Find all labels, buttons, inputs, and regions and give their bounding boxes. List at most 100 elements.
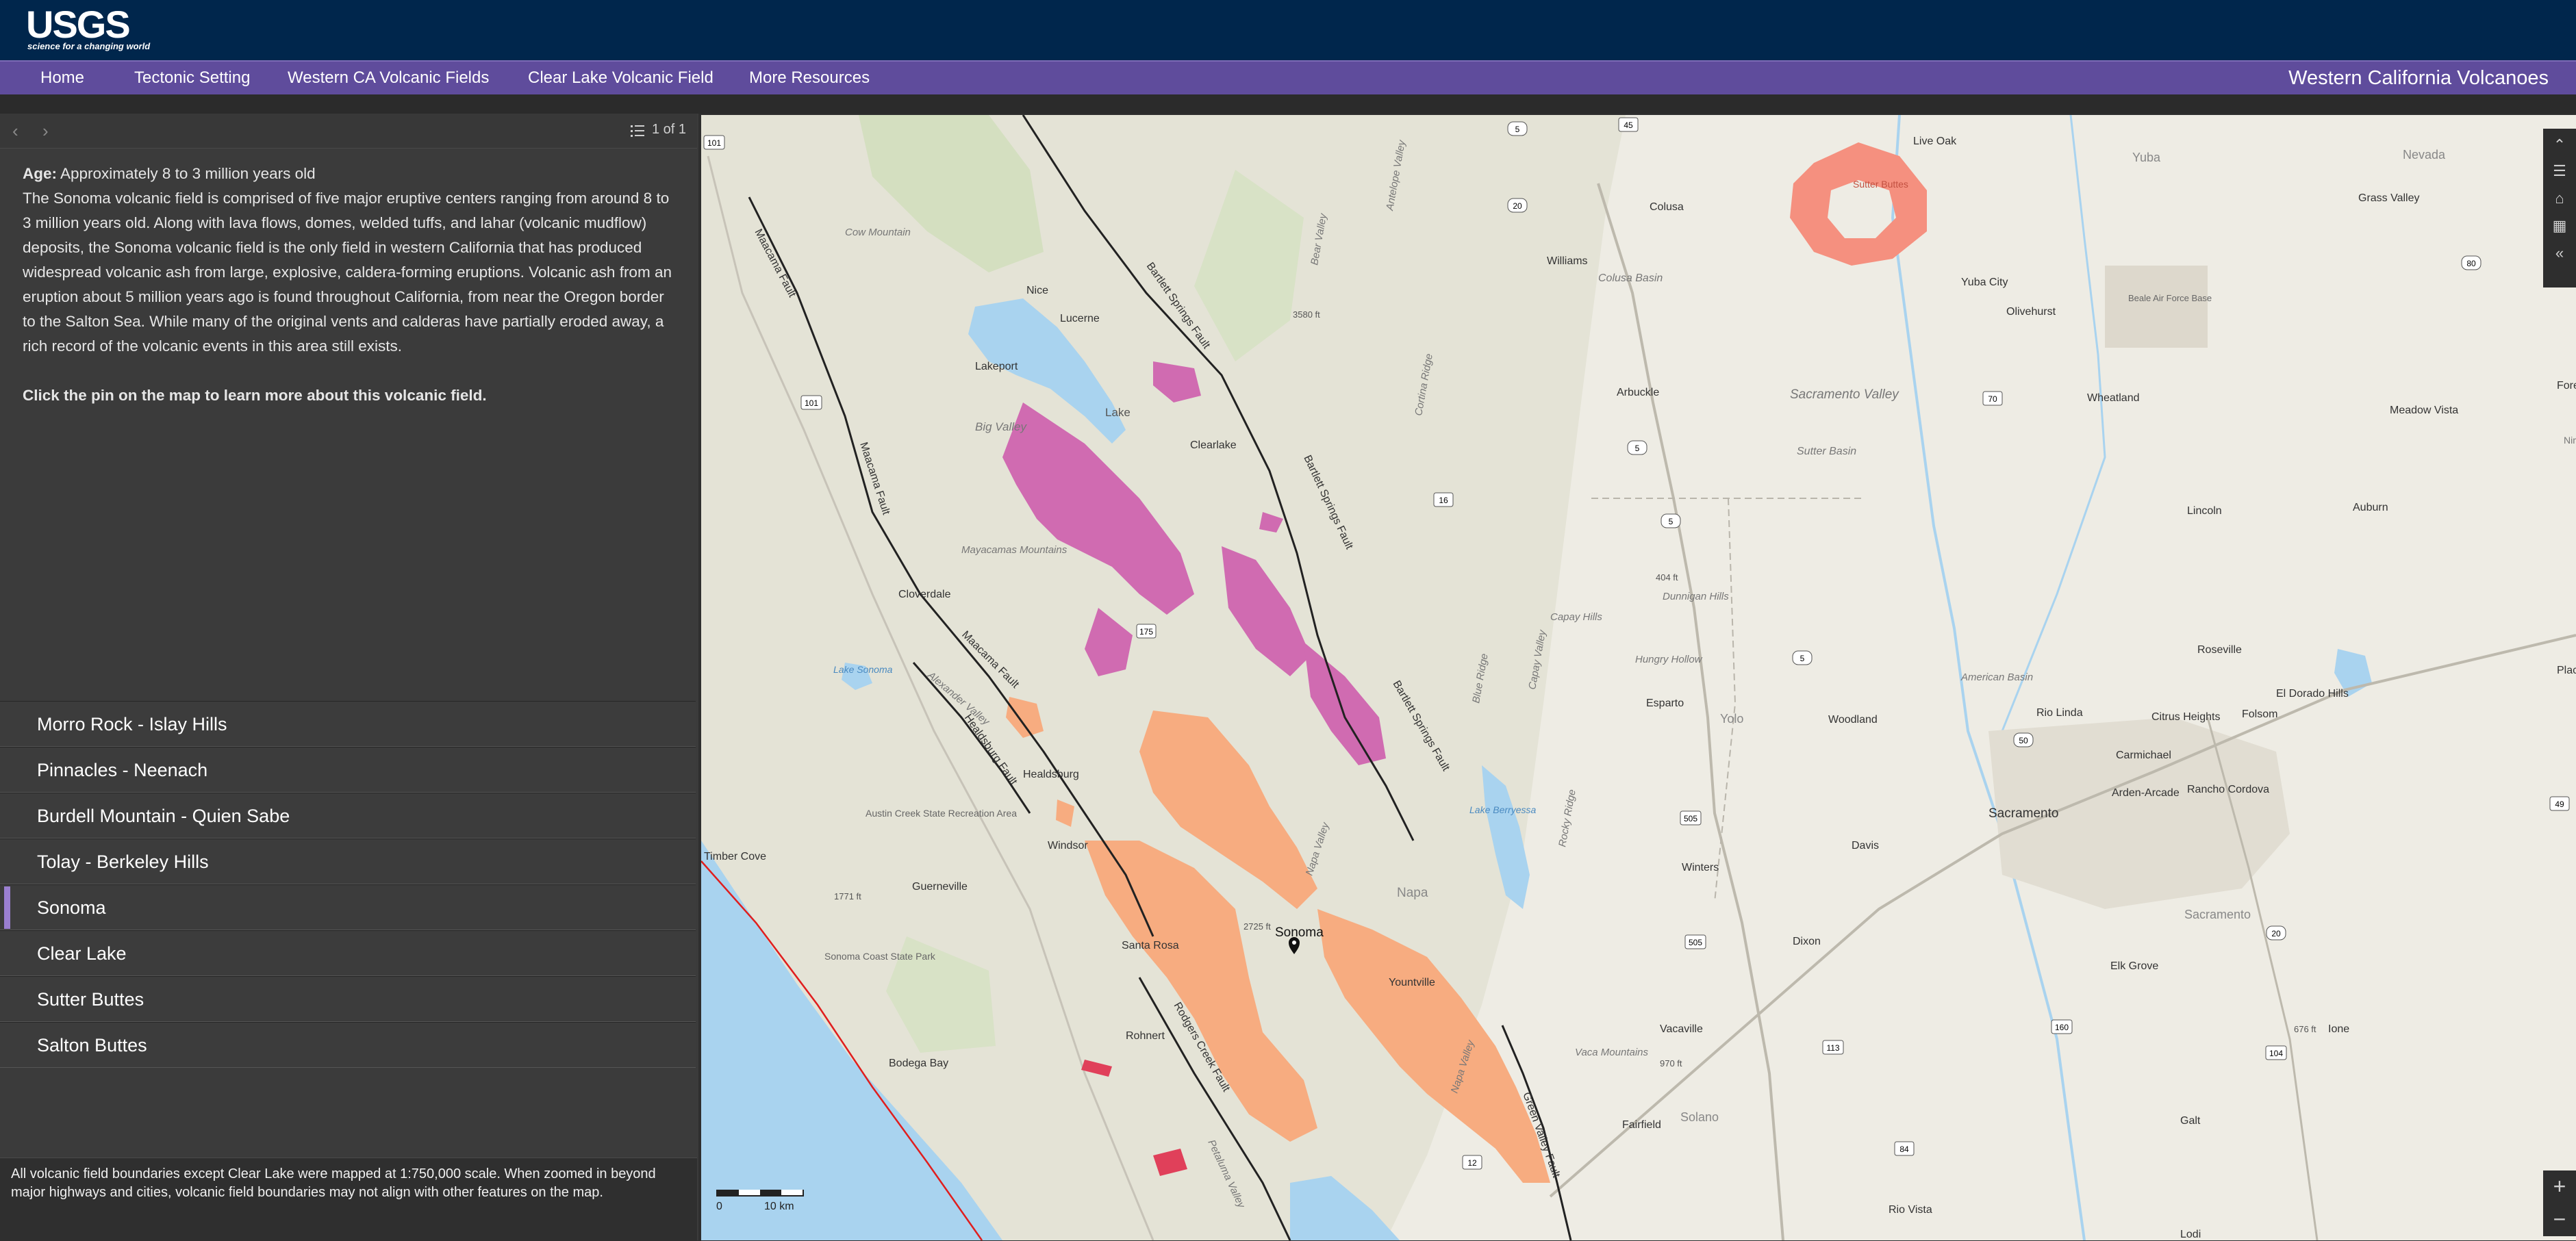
- place-label: Cow Mountain: [845, 227, 911, 238]
- list-item-clear-lake[interactable]: Clear Lake: [0, 930, 696, 976]
- nav-western-ca-volcanic-fields[interactable]: Western CA Volcanic Fields: [288, 62, 489, 94]
- list-item-sonoma[interactable]: Sonoma: [0, 884, 696, 930]
- feather-river: [2001, 115, 2106, 732]
- top-navigation: Home Tectonic Setting Western CA Volcani…: [0, 60, 2576, 94]
- place-label: Nimbus Hills: [2564, 435, 2576, 446]
- shield-label: 160: [2055, 1023, 2069, 1032]
- place-label: Auburn: [2353, 502, 2388, 513]
- place-label: Grass Valley: [2358, 192, 2420, 204]
- shield-label: 5: [1515, 125, 1520, 134]
- shield-label: 5: [1635, 444, 1640, 453]
- place-label: Timber Cove: [704, 851, 766, 862]
- pager-bar: ‹ › 1 of 1: [0, 114, 697, 149]
- place-label: Hungry Hollow: [1635, 654, 1703, 665]
- scale-end: 10 km: [764, 1201, 794, 1212]
- list-item-label: Salton Buttes: [37, 1035, 147, 1056]
- shield-label: 12: [1467, 1158, 1477, 1168]
- nav-tectonic-setting[interactable]: Tectonic Setting: [134, 62, 250, 94]
- place-label: Solano: [1680, 1110, 1719, 1124]
- home-icon[interactable]: ⌂: [2550, 189, 2569, 208]
- nav-home[interactable]: Home: [40, 62, 84, 94]
- list-item-pinnacles[interactable]: Pinnacles - Neenach: [0, 747, 696, 793]
- place-label: Sacramento: [2184, 908, 2251, 921]
- place-label: Williams: [1547, 255, 1588, 267]
- place-label: Windsor: [1048, 840, 1088, 852]
- list-item-label: Sonoma: [37, 897, 106, 918]
- shield-label: 84: [1899, 1144, 1909, 1154]
- elevation-label: 3580 ft: [1293, 309, 1320, 320]
- place-label: Placer: [2557, 665, 2576, 676]
- list-item-burdell-mountain[interactable]: Burdell Mountain - Quien Sabe: [0, 793, 696, 839]
- age-value: Approximately 8 to 3 million years old: [57, 165, 316, 182]
- elevation-label: 1771 ft: [834, 891, 861, 901]
- list-icon[interactable]: [630, 123, 645, 138]
- shield-label: 50: [2019, 736, 2028, 745]
- list-item-label: Morro Rock - Islay Hills: [37, 714, 227, 734]
- place-label: Lake Sonoma: [833, 664, 893, 675]
- place-label: Woodland: [1828, 714, 1878, 726]
- place-label: Santa Rosa: [1122, 940, 1179, 951]
- elevation-label: 970 ft: [1660, 1058, 1682, 1069]
- place-label: El Dorado Hills: [2276, 688, 2349, 700]
- list-item-label: Burdell Mountain - Quien Sabe: [37, 806, 290, 826]
- place-label: Rancho Cordova: [2187, 784, 2269, 795]
- place-label: Roseville: [2197, 644, 2242, 656]
- shield-label: 80: [2466, 259, 2476, 268]
- place-label: Davis: [1852, 840, 1879, 852]
- place-label: Ione: [2328, 1023, 2349, 1035]
- usgs-logo[interactable]: USGS science for a changing world: [26, 5, 156, 55]
- place-label: Yolo: [1720, 712, 1743, 726]
- place-label: Carmichael: [2116, 750, 2171, 761]
- shield-label: 45: [1624, 120, 1633, 130]
- sutter-buttes-volcanic-field[interactable]: [1790, 142, 1927, 266]
- shield-label: 505: [1684, 814, 1697, 823]
- list-item-morro-rock[interactable]: Morro Rock - Islay Hills: [0, 701, 696, 747]
- shield-label: 101: [707, 138, 721, 148]
- place-label: Sacramento: [1988, 806, 2058, 821]
- place-label: Bodega Bay: [889, 1058, 948, 1069]
- place-label: Sonoma Coast State Park: [824, 951, 936, 962]
- place-label: Big Valley: [975, 420, 1027, 433]
- list-item-label: Clear Lake: [37, 943, 127, 964]
- zoom-in-button[interactable]: +: [2543, 1170, 2576, 1203]
- place-label: Colusa Basin: [1598, 272, 1663, 284]
- place-label: Lincoln: [2187, 505, 2222, 517]
- elevation-label: 676 ft: [2294, 1024, 2316, 1034]
- place-label: Lodi: [2180, 1229, 2201, 1240]
- zoom-out-button[interactable]: −: [2543, 1203, 2576, 1236]
- place-label: Foresthill: [2557, 380, 2576, 392]
- shield-label: 20: [2271, 929, 2281, 938]
- legend-list-icon[interactable]: ☰: [2550, 162, 2569, 181]
- nav-clear-lake-volcanic-field[interactable]: Clear Lake Volcanic Field: [528, 62, 714, 94]
- place-label: Sutter Basin: [1797, 446, 1856, 457]
- place-label: Sonoma: [1275, 925, 1324, 940]
- place-label: Dixon: [1793, 936, 1821, 947]
- collapse-panel-icon[interactable]: «: [2550, 244, 2569, 263]
- place-label: Esparto: [1646, 698, 1684, 709]
- place-label: Yuba: [2132, 151, 2161, 164]
- next-arrow-icon[interactable]: ›: [42, 120, 49, 142]
- elevation-label: 2725 ft: [1243, 921, 1271, 932]
- place-label: Folsom: [2242, 708, 2277, 720]
- place-label: Colusa: [1650, 201, 1684, 213]
- basemap-gallery-icon[interactable]: ▦: [2550, 216, 2569, 235]
- place-label: Yuba City: [1961, 277, 2008, 288]
- sutter-buttes-ring[interactable]: [1790, 142, 1927, 266]
- collapse-up-icon[interactable]: ⌃: [2550, 136, 2569, 155]
- previous-arrow-icon[interactable]: ‹: [12, 120, 18, 142]
- county-line: [1714, 498, 1737, 903]
- list-item-tolay[interactable]: Tolay - Berkeley Hills: [0, 839, 696, 884]
- nav-more-resources[interactable]: More Resources: [749, 62, 870, 94]
- place-label: Mayacamas Mountains: [961, 544, 1068, 556]
- place-label: Citrus Heights: [2151, 711, 2220, 723]
- place-label: Austin Creek State Recreation Area: [866, 808, 1017, 819]
- shield-label: 20: [1513, 201, 1522, 211]
- place-label: Sutter Buttes: [1853, 179, 1908, 190]
- list-item-sutter-buttes[interactable]: Sutter Buttes: [0, 976, 696, 1022]
- pin-hint: Click the pin on the map to learn more a…: [23, 387, 487, 404]
- scale-zero: 0: [716, 1201, 722, 1212]
- list-item-salton-buttes[interactable]: Salton Buttes: [0, 1022, 696, 1068]
- map-view[interactable]: 5 45 20 101 101 16 70 5 5 5 505 505 113 …: [701, 115, 2576, 1240]
- side-panel: ‹ › 1 of 1 Age: Approximately 8 to 3 mil…: [0, 114, 698, 1241]
- shield-label: 5: [1669, 517, 1674, 526]
